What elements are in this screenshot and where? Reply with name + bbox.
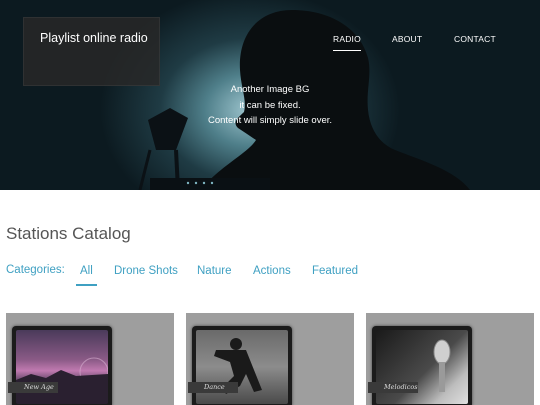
station-card-dance[interactable]: Dance: [186, 313, 354, 405]
station-card-melodicos[interactable]: Melodicos: [366, 313, 534, 405]
category-all[interactable]: All: [76, 265, 97, 286]
station-tag: New Age: [8, 382, 58, 393]
category-featured[interactable]: Featured: [312, 265, 358, 277]
station-tag: Dance: [188, 382, 238, 393]
station-thumbnail: [192, 326, 292, 405]
hero-line: Another Image BG: [230, 84, 310, 95]
category-actions[interactable]: Actions: [253, 265, 291, 277]
category-nature[interactable]: Nature: [197, 265, 232, 277]
category-drone-shots[interactable]: Drone Shots: [114, 265, 178, 277]
station-tag: Melodicos: [368, 382, 418, 393]
station-thumbnail: [372, 326, 472, 405]
nav-radio[interactable]: RADIO: [333, 34, 361, 51]
nav-contact[interactable]: CONTACT: [454, 34, 496, 44]
catalog-title: Stations Catalog: [6, 224, 131, 243]
category-filter: Categories: All Drone Shots Nature Actio…: [6, 264, 540, 288]
main-nav: RADIO ABOUT CONTACT: [0, 34, 540, 54]
hero-line: Content will simply slide over.: [207, 115, 333, 126]
hero-caption: Another Image BG it can be fixed. Conten…: [170, 82, 370, 129]
hero-line: it can be fixed.: [239, 99, 301, 111]
nav-about[interactable]: ABOUT: [392, 34, 422, 44]
station-card-new-age[interactable]: New Age: [6, 313, 174, 405]
categories-label: Categories:: [6, 264, 65, 276]
hero-banner: Playlist online radio RADIO ABOUT CONTAC…: [0, 0, 540, 190]
station-thumbnail: [12, 326, 112, 405]
